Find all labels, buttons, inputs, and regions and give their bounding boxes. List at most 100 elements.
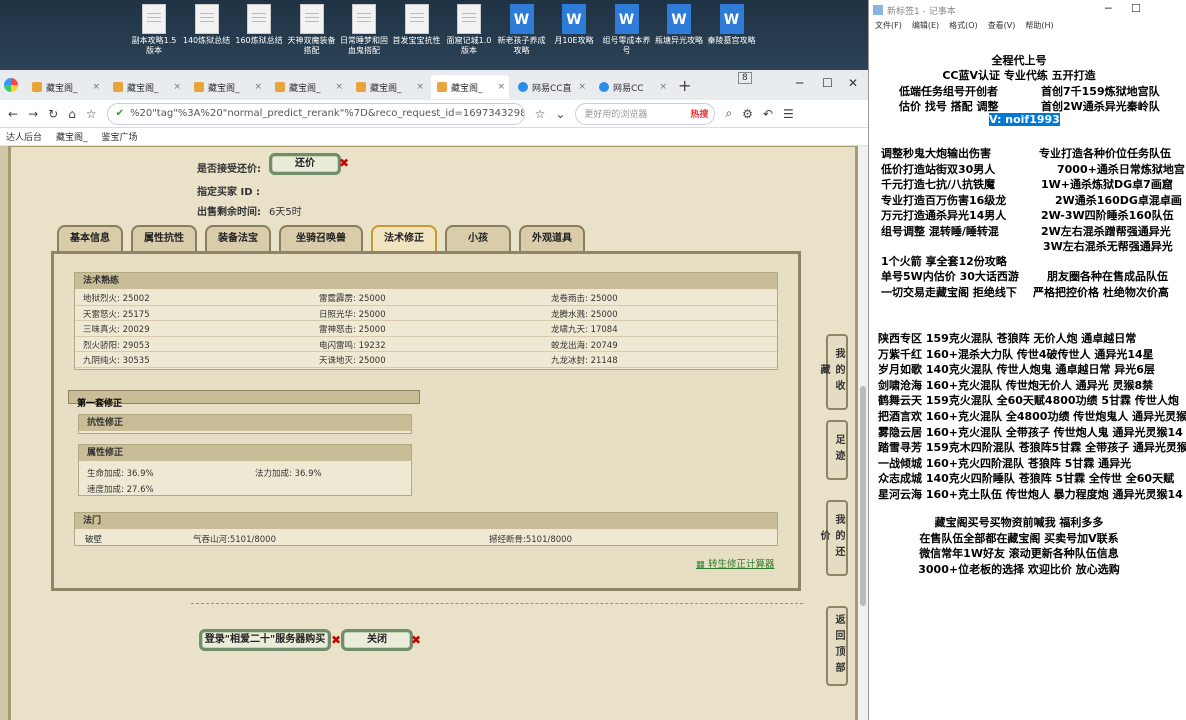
buy-x-icon: ✖: [331, 633, 342, 647]
scroll-thumb[interactable]: [860, 386, 866, 606]
game-tab[interactable]: 属性抗性: [131, 225, 197, 253]
my-favorites-button[interactable]: 我的收藏: [818, 334, 848, 410]
back-to-top-button[interactable]: 返回顶部: [826, 606, 848, 686]
np-maximize-icon[interactable]: ☐: [1131, 2, 1141, 15]
desktop-file-icon[interactable]: 160炼狱总结: [233, 4, 285, 46]
browser-tab[interactable]: 网易CC直 ×: [512, 75, 590, 99]
browser-search-field[interactable]: 更好用的浏览器 热搜: [575, 102, 716, 125]
hot-search-label[interactable]: 热搜: [690, 107, 708, 120]
spell-mastery-value: 天诛地灭: 25000: [319, 356, 386, 367]
desktop-file-label: 160炼狱总结: [235, 36, 283, 45]
spell-mastery-value: 龙卷雨击: 25000: [551, 294, 618, 304]
menu-icon[interactable]: ☰: [783, 107, 794, 121]
spell-mastery-value: 烈火骄阳: 29053: [83, 340, 150, 351]
my-bargain-button[interactable]: 我的还价: [818, 500, 848, 576]
team-listing: 把酒言欢 160+克火混队 全4800功绩 传世炮鬼人 通异光灵猴: [878, 410, 1186, 423]
browser-tab[interactable]: 网易CC ×: [593, 75, 671, 99]
desktop-file-icon[interactable]: W 新老孩子养成攻略: [496, 4, 548, 56]
time-left-value: 6天5时: [269, 207, 302, 218]
desktop-file-icon[interactable]: W 秦陵墓宫攻略: [706, 4, 758, 46]
life-bonus: 生命加成: 36.9%: [87, 469, 154, 479]
bargain-x-icon: ✖: [339, 156, 350, 170]
game-tab[interactable]: 小孩: [445, 225, 511, 253]
bookmark-star-icon[interactable]: ☆: [535, 107, 546, 121]
browser-tab[interactable]: 藏宝阁_ ×: [26, 75, 104, 99]
maximize-icon[interactable]: ☐: [822, 76, 833, 90]
tab-close-icon[interactable]: ×: [254, 82, 262, 92]
star-icon[interactable]: ☆: [86, 107, 97, 121]
notepad-menu-item[interactable]: 编辑(E): [912, 20, 939, 36]
search-icon[interactable]: ⌕: [725, 106, 732, 121]
bookmark-item[interactable]: 鉴宝广场: [102, 130, 138, 143]
game-tab[interactable]: 基本信息: [57, 225, 123, 253]
close-window-icon[interactable]: ✕: [848, 76, 858, 90]
desktop-file-icon[interactable]: 副本攻略1.5版本: [128, 4, 180, 56]
browser-window: 藏宝阁_ × 藏宝阁_ × 藏宝阁_ × 藏宝阁_ × 藏宝阁_ × 藏宝阁_ × 网易CC直 × 网易CC…: [0, 70, 868, 720]
game-tab[interactable]: 装备法宝: [205, 225, 271, 253]
footprint-button[interactable]: 足迹: [826, 420, 848, 480]
text-file-icon: [247, 4, 271, 34]
tab-favicon-icon: [356, 82, 366, 92]
resist-title: 抗性修正: [79, 415, 411, 431]
calc-link[interactable]: ▦ 转生修正计算器: [696, 556, 775, 570]
row-divider: [75, 351, 777, 353]
tab-close-icon[interactable]: ×: [173, 82, 181, 92]
tab-close-icon[interactable]: ×: [416, 82, 424, 92]
service-line: 调整秒鬼大炮输出伤害: [881, 147, 991, 160]
desktop-file-icon[interactable]: 天神双魔装备搭配: [286, 4, 338, 56]
desktop-file-icon[interactable]: 日常睡梦和固血鬼搭配: [338, 4, 390, 56]
game-tab[interactable]: 法术修正: [371, 225, 437, 253]
game-tab[interactable]: 坐骑召唤兽: [279, 225, 363, 253]
tab-close-icon[interactable]: ×: [335, 82, 343, 92]
desktop-file-icon[interactable]: W 月10E攻略: [548, 4, 600, 46]
desktop-file-icon[interactable]: W 组号零成本养号: [601, 4, 653, 56]
dashed-divider: [191, 603, 803, 604]
tab-close-icon[interactable]: ×: [497, 82, 505, 92]
reload-icon[interactable]: ↻: [48, 107, 58, 121]
forward-icon[interactable]: →: [28, 107, 38, 121]
tab-favicon-icon: [113, 82, 123, 92]
desktop-file-icon[interactable]: 140炼狱总结: [181, 4, 233, 46]
game-tab[interactable]: 外观道具: [519, 225, 585, 253]
browser-tab[interactable]: 藏宝阁_ ×: [188, 75, 266, 99]
browser-tab[interactable]: 藏宝阁_ ×: [350, 75, 428, 99]
close-x-icon: ✖: [411, 633, 422, 647]
desktop-file-icon[interactable]: W 瓶塘异光攻略: [653, 4, 705, 46]
wps-doc-icon: W: [667, 4, 691, 34]
buy-on-server-button[interactable]: 登录"相爱二十"服务器购买: [199, 629, 331, 651]
page-scrollbar[interactable]: [858, 146, 868, 720]
tab-close-icon[interactable]: ×: [578, 82, 586, 92]
dropdown-icon[interactable]: ⌄: [555, 107, 565, 121]
tab-count-badge[interactable]: 8: [738, 72, 752, 84]
notepad-menu-item[interactable]: 帮助(H): [1025, 20, 1053, 36]
new-tab-button[interactable]: +: [678, 76, 691, 95]
browser-tab[interactable]: 藏宝阁_ ×: [107, 75, 185, 99]
url-field[interactable]: ✔ %20"tag"%3A%20"normal_predict_rerank"%…: [106, 102, 525, 125]
extensions-icon[interactable]: ⚙: [742, 107, 753, 121]
notepad-menu-item[interactable]: 格式(O): [949, 20, 978, 36]
undo-icon[interactable]: ↶: [763, 107, 773, 121]
minimize-icon[interactable]: ─: [796, 76, 803, 90]
notepad-menu-item[interactable]: 文件(F): [875, 20, 902, 36]
service-line: 千元打造七抗/八抗铁魔: [881, 178, 996, 191]
ad-header-line: 首创2W通杀异光秦岭队: [1041, 100, 1160, 113]
back-icon[interactable]: ←: [8, 107, 18, 121]
close-button[interactable]: 关闭: [341, 629, 413, 651]
desktop-file-icon[interactable]: 首发宝宝抗性: [391, 4, 443, 46]
tab-close-icon[interactable]: ×: [659, 82, 667, 92]
home-icon[interactable]: ⌂: [68, 107, 76, 121]
browser-tab[interactable]: 藏宝阁_ ×: [431, 75, 509, 99]
team-listing: 陕西专区 159克火混队 苍狼阵 无价人炮 通卓越日常: [878, 332, 1137, 345]
first-set-header: 第一套修正: [68, 390, 420, 409]
tab-close-icon[interactable]: ×: [92, 82, 100, 92]
team-listing: 雾隐云居 160+克火混队 全带孩子 传世炮人鬼 通异光灵猴14: [878, 425, 1183, 439]
browser-tab[interactable]: 藏宝阁_ ×: [269, 75, 347, 99]
desktop-file-icon[interactable]: 面窟记城1.0版本: [443, 4, 495, 56]
np-minimize-icon[interactable]: ─: [1105, 2, 1112, 15]
bookmark-item[interactable]: 达人后台: [6, 130, 42, 143]
notepad-menu-item[interactable]: 查看(V): [988, 20, 1016, 36]
browser-tab-label: 藏宝阁_: [208, 83, 240, 94]
bargain-button[interactable]: 还价: [269, 153, 341, 175]
bookmark-item[interactable]: 藏宝阁_: [56, 130, 88, 143]
spell-mastery-value: 龙腾水溅: 25000: [551, 309, 618, 320]
